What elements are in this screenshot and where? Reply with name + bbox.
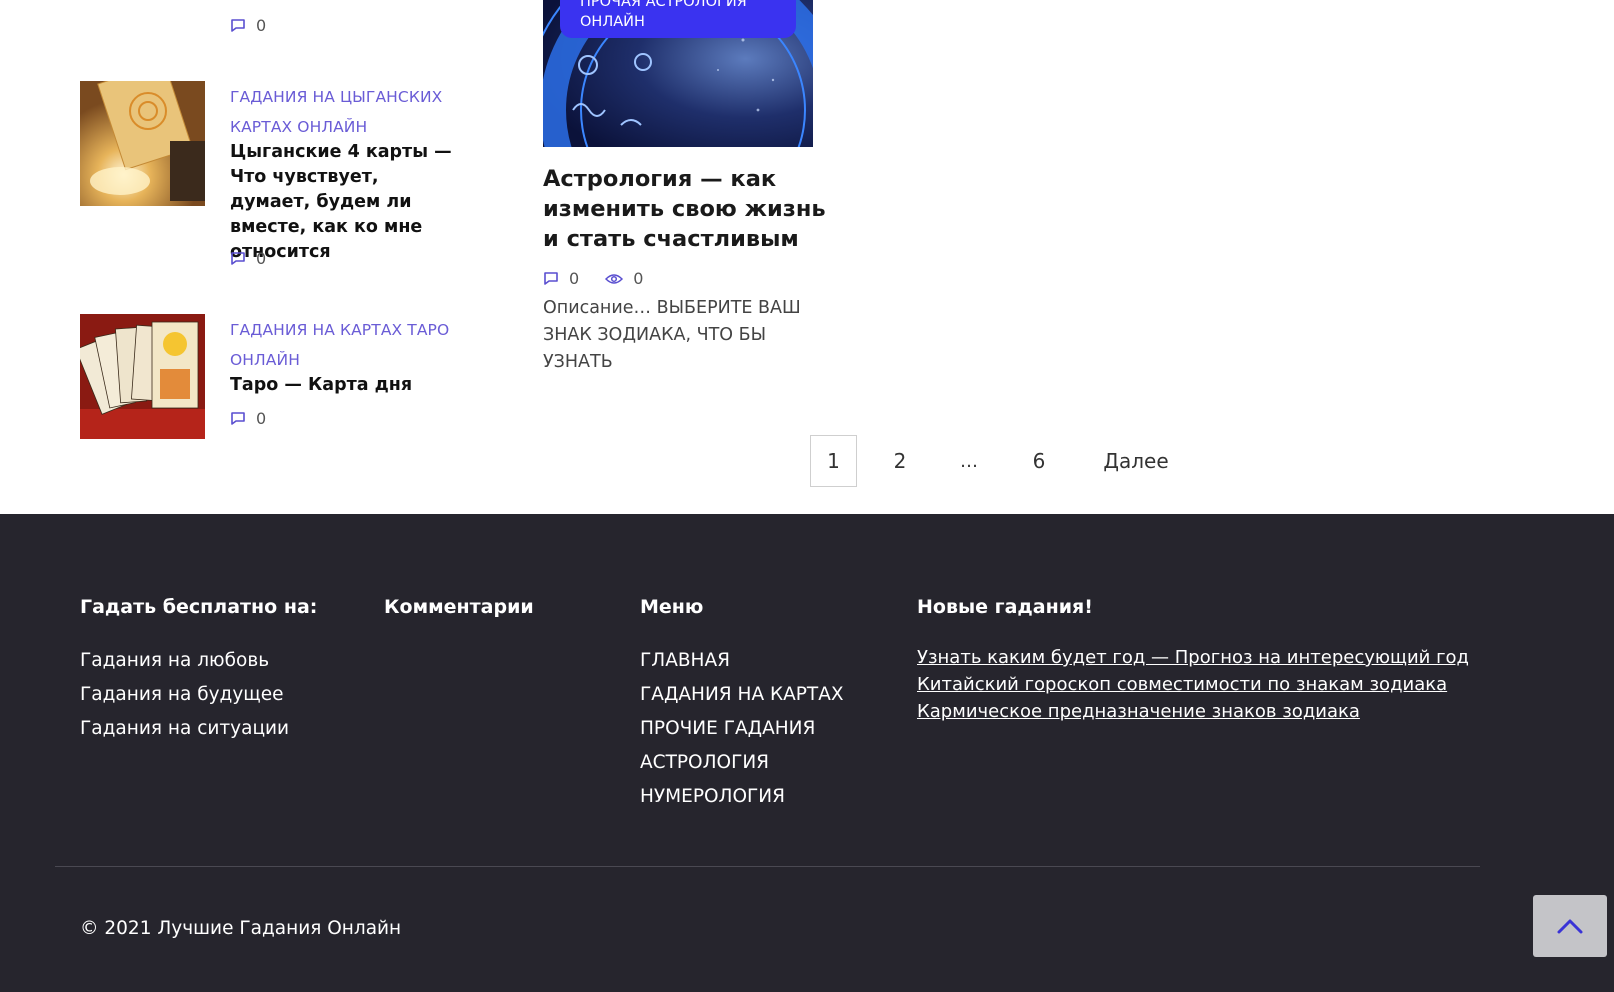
comment-count: 0 [256, 409, 267, 428]
footer-menu-astrology[interactable]: АСТРОЛОГИЯ [640, 746, 844, 780]
footer-new-link[interactable]: Кармическое предназначение знаков зодиак… [917, 698, 1469, 725]
comment-count: 0 [569, 269, 580, 288]
footer-menu-numerology[interactable]: НУМЕРОЛОГИЯ [640, 780, 844, 814]
scroll-to-top-button[interactable] [1533, 895, 1607, 957]
category-badge[interactable]: ПРОЧАЯ АСТРОЛОГИЯ ОНЛАЙН [560, 0, 796, 38]
post-category-link[interactable]: ГАДАНИЯ НА ЦЫГАНСКИХ КАРТАХ ОНЛАЙН [230, 82, 460, 142]
chevron-up-icon [1557, 919, 1583, 934]
footer-link-situations[interactable]: Гадания на ситуации [80, 712, 289, 746]
footer-heading-fortune: Гадать бесплатно на: [80, 596, 318, 618]
comment-icon [231, 412, 245, 425]
footer-new-links: Узнать каким будет год — Прогноз на инте… [917, 644, 1469, 725]
footer-menu: ГЛАВНАЯ ГАДАНИЯ НА КАРТАХ ПРОЧИЕ ГАДАНИЯ… [640, 644, 844, 814]
post-title-link[interactable]: Таро — Карта дня [230, 373, 460, 398]
comment-count: 0 [256, 249, 267, 268]
footer-heading-new: Новые гадания! [917, 596, 1093, 618]
footer-divider [55, 866, 1480, 867]
post-meta: 0 [230, 409, 266, 428]
site-footer: Гадать бесплатно на: Гадания на любовь Г… [0, 514, 1614, 992]
page-ellipsis: … [960, 450, 978, 472]
featured-post-meta: 0 0 [543, 269, 643, 288]
page-current: 1 [810, 435, 857, 487]
footer-new-link[interactable]: Узнать каким будет год — Прогноз на инте… [917, 644, 1469, 671]
footer-link-future[interactable]: Гадания на будущее [80, 678, 289, 712]
featured-post-title[interactable]: Астрология — как изменить свою жизнь и с… [543, 164, 828, 254]
featured-post-excerpt: Описание… ВЫБЕРИТЕ ВАШ ЗНАК ЗОДИАКА, ЧТО… [543, 298, 801, 372]
footer-link-love[interactable]: Гадания на любовь [80, 644, 289, 678]
page-link-6[interactable]: 6 [1020, 435, 1058, 487]
comment-icon [231, 19, 245, 32]
post-title-link[interactable]: Цыганские 4 карты — Что чувствует, думае… [230, 140, 460, 265]
post-category-link[interactable]: ГАДАНИЯ НА КАРТАХ ТАРО ОНЛАЙН [230, 315, 460, 375]
copyright-text: © 2021 Лучшие Гадания Онлайн [80, 918, 402, 939]
footer-new-link[interactable]: Китайский гороскоп совместимости по знак… [917, 671, 1469, 698]
footer-menu-cards[interactable]: ГАДАНИЯ НА КАРТАХ [640, 678, 844, 712]
eye-icon [605, 273, 624, 284]
post-thumbnail[interactable] [80, 314, 205, 439]
post-thumbnail[interactable] [80, 81, 205, 206]
post-meta: 0 [230, 249, 266, 268]
comment-count: 0 [256, 16, 267, 35]
post-meta: 0 [230, 16, 266, 35]
comment-icon [544, 272, 558, 285]
comment-icon [231, 252, 245, 265]
view-count: 0 [633, 269, 644, 288]
footer-fortune-list: Гадания на любовь Гадания на будущее Гад… [80, 644, 289, 746]
page-link-2[interactable]: 2 [880, 435, 920, 487]
footer-heading-comments: Комментарии [384, 596, 534, 618]
footer-menu-other[interactable]: ПРОЧИЕ ГАДАНИЯ [640, 712, 844, 746]
footer-heading-menu: Меню [640, 596, 704, 618]
page-next-link[interactable]: Далее [1096, 435, 1176, 487]
footer-menu-home[interactable]: ГЛАВНАЯ [640, 644, 844, 678]
